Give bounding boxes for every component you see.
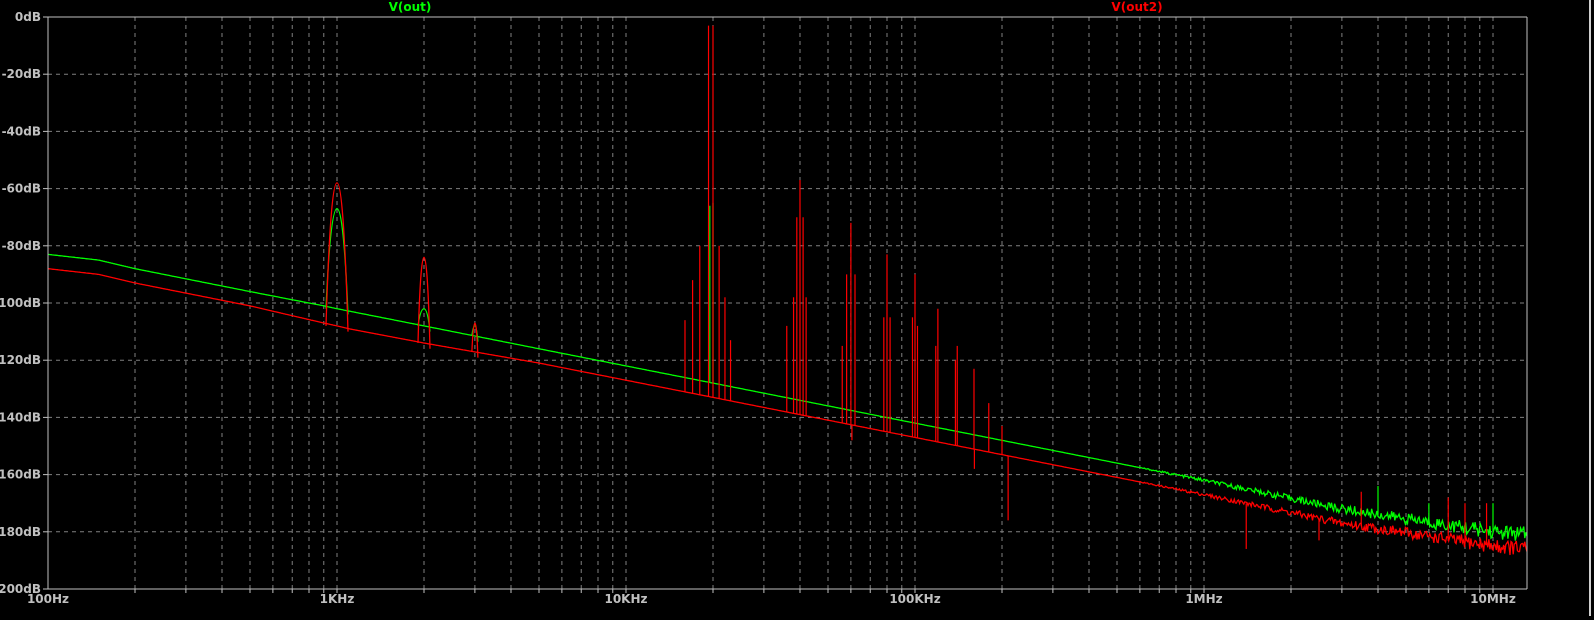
y-tick-label: -180dB — [0, 525, 41, 539]
y-tick-label: -140dB — [0, 410, 41, 424]
x-tick-label: 10MHz — [1470, 592, 1516, 606]
y-tick-label: -80dB — [2, 239, 41, 253]
y-tick-label: -20dB — [2, 67, 41, 81]
legend-v-out[interactable]: V(out) — [389, 0, 432, 14]
y-tick-label: -160dB — [0, 468, 41, 482]
y-tick-label: -40dB — [2, 124, 41, 138]
fft-plot: 0dB -20dB -40dB -60dB -80dB -100dB -120dB -140d… — [0, 0, 1594, 616]
x-tick-label: 1KHz — [320, 592, 355, 606]
x-tick-label: 1MHz — [1185, 592, 1222, 606]
x-tick-label: 100KHz — [889, 592, 940, 606]
legend-v-out2[interactable]: V(out2) — [1111, 0, 1162, 14]
y-tick-label: -120dB — [0, 353, 41, 367]
x-tick-label: 10KHz — [604, 592, 647, 606]
y-tick-label: 0dB — [15, 10, 41, 24]
x-tick-label: 100Hz — [27, 592, 69, 606]
y-tick-label: -60dB — [2, 182, 41, 196]
y-tick-label: -100dB — [0, 296, 41, 310]
